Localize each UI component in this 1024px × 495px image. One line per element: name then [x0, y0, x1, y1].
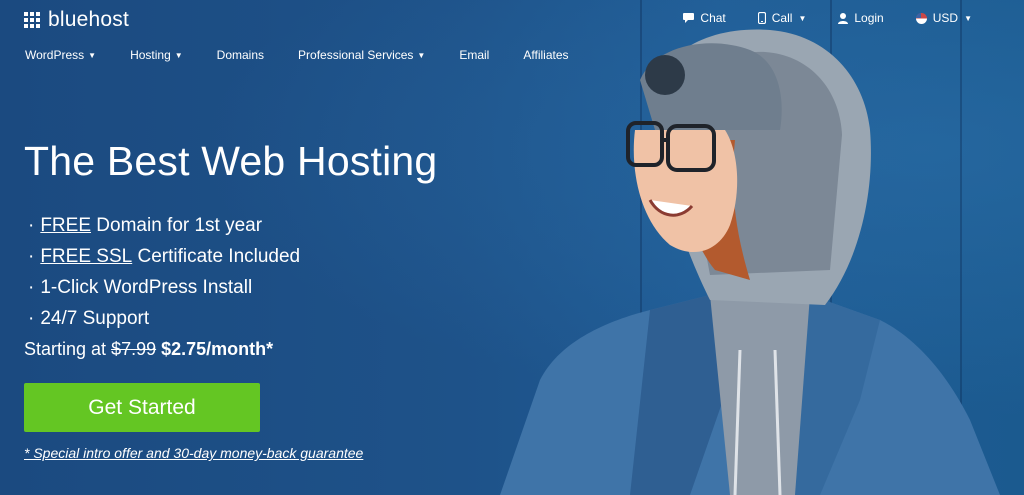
bullet-icon: ·	[28, 214, 35, 236]
chat-icon	[683, 13, 695, 23]
us-flag-icon	[915, 12, 927, 24]
nav-affiliates[interactable]: Affiliates	[523, 48, 568, 62]
login-label: Login	[854, 11, 884, 25]
feature-item: · 1-Click WordPress Install	[28, 272, 300, 303]
brand-name: bluehost	[48, 8, 129, 31]
caret-down-icon: ▼	[798, 13, 807, 23]
caret-down-icon: ▼	[964, 13, 972, 23]
nav-hosting[interactable]: Hosting ▼	[130, 48, 183, 62]
currency-selector[interactable]: USD ▼	[915, 11, 972, 25]
caret-down-icon: ▼	[174, 50, 183, 60]
nav-hosting-label: Hosting	[130, 48, 171, 62]
hero-headline: The Best Web Hosting	[24, 138, 438, 184]
offer-disclaimer-link[interactable]: * Special intro offer and 30-day money-b…	[24, 445, 363, 461]
bullet-icon: ·	[28, 245, 35, 267]
bullet-icon: ·	[28, 307, 35, 329]
nav-wordpress[interactable]: WordPress ▼	[25, 48, 96, 62]
caret-down-icon: ▼	[88, 50, 97, 60]
get-started-button[interactable]: Get Started	[24, 383, 260, 432]
nav-professional-services[interactable]: Professional Services ▼	[298, 48, 425, 62]
hero-photo	[500, 29, 1000, 495]
chat-label: Chat	[700, 11, 726, 25]
call-label: Call	[771, 11, 793, 25]
bluehost-logo[interactable]: bluehost	[24, 8, 129, 32]
feature-item: · 24/7 Support	[28, 303, 300, 334]
price-prefix: Starting at	[24, 339, 107, 359]
feature-item: · FREE SSL Certificate Included	[28, 241, 300, 272]
main-nav: WordPress ▼ Hosting ▼ Domains Profession…	[25, 48, 569, 62]
login-link[interactable]: Login	[838, 11, 884, 25]
bullet-icon: ·	[28, 276, 35, 298]
hero-banner: bluehost Chat Call ▼ Login USD ▼ WordPre…	[0, 0, 1024, 495]
feature-text: 24/7 Support	[40, 307, 150, 329]
nav-email-label: Email	[459, 48, 490, 62]
feature-text: 1-Click WordPress Install	[40, 276, 253, 298]
pricing-line: Starting at $7.99 $2.75/month*	[24, 339, 273, 360]
nav-domains[interactable]: Domains	[217, 48, 264, 62]
utility-nav: Chat Call ▼ Login USD ▼	[683, 11, 972, 25]
user-icon	[838, 12, 849, 24]
old-price: $7.99	[111, 339, 157, 359]
chat-link[interactable]: Chat	[683, 11, 726, 25]
feature-text: Domain for 1st year	[91, 214, 263, 236]
nav-affiliates-label: Affiliates	[523, 48, 569, 62]
nav-email[interactable]: Email	[459, 48, 489, 62]
feature-highlight-link[interactable]: FREE SSL	[40, 246, 132, 268]
call-dropdown[interactable]: Call ▼	[757, 11, 807, 25]
new-price: $2.75/month*	[161, 339, 274, 359]
nav-professional-services-label: Professional Services	[298, 48, 414, 62]
nav-wordpress-label: WordPress	[25, 48, 85, 62]
feature-item: · FREE Domain for 1st year	[28, 210, 300, 241]
phone-icon	[757, 12, 766, 24]
grid-logo-icon	[24, 12, 40, 28]
feature-highlight-link[interactable]: FREE	[40, 215, 91, 237]
feature-list: · FREE Domain for 1st year · FREE SSL Ce…	[28, 210, 300, 334]
feature-text: Certificate Included	[132, 245, 301, 267]
caret-down-icon: ▼	[417, 50, 426, 60]
nav-domains-label: Domains	[216, 48, 265, 62]
currency-label: USD	[932, 11, 959, 25]
